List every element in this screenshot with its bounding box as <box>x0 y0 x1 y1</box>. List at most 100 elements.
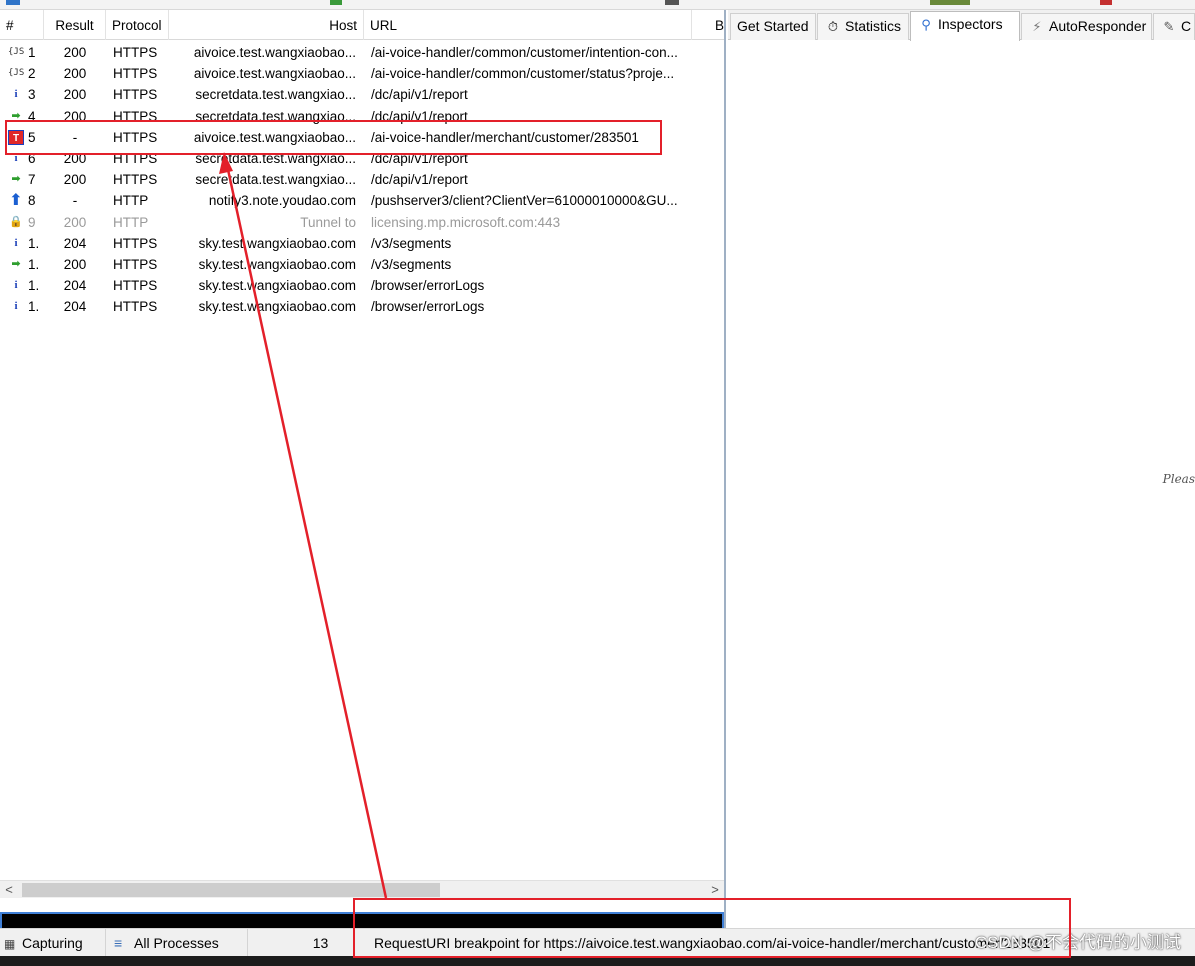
stopwatch-icon: ⏱ <box>827 19 839 34</box>
session-url: /dc/api/v1/report <box>371 150 468 166</box>
inspector-icon: ⚲ <box>921 17 931 32</box>
session-url: /dc/api/v1/report <box>371 87 468 103</box>
response-arrow-icon: ➡ <box>8 108 24 124</box>
session-host: aivoice.test.wangxiaobao... <box>193 129 356 145</box>
column-body[interactable]: B <box>692 10 724 40</box>
session-row[interactable]: i 1. 204 HTTPS sky.test.wangxiaobao.com/brow… <box>0 296 724 317</box>
session-result: - <box>72 193 78 209</box>
session-host: secretdata.test.wangxiao... <box>195 108 356 124</box>
json-icon: {JS} <box>8 47 24 57</box>
tab-label: AutoResponder <box>1049 18 1147 34</box>
session-url: /v3/segments <box>371 235 452 251</box>
column-result[interactable]: Result <box>44 10 106 40</box>
session-host: sky.test.wangxiaobao.com <box>198 299 356 315</box>
session-protocol: HTTPS <box>113 108 158 124</box>
session-row[interactable]: ➡ 4 200 HTTPS secretdata.test.wangxiao... /dc… <box>0 106 724 127</box>
session-protocol: HTTPS <box>113 256 158 272</box>
scroll-left-icon[interactable]: < <box>0 881 18 899</box>
tab-bar: Get Started ⏱ Statistics ⚲ Inspectors ⚡ Aut… <box>728 10 1195 41</box>
response-arrow-icon: ➡ <box>8 172 24 188</box>
session-row[interactable]: i 1. 204 HTTPS sky.test.wangxiaobao.com/v3/s… <box>0 233 724 254</box>
session-row[interactable]: {JS} 1 200 HTTPS aivoice.test.wangxiaobao...… <box>0 42 724 63</box>
process-filter[interactable]: ≡ All Processes <box>106 929 248 957</box>
session-url: /ai-voice-handler/common/customer/intent… <box>371 45 678 60</box>
session-url: /ai-voice-handler/merchant/customer/2835… <box>371 129 639 145</box>
session-count: 13 <box>248 929 354 957</box>
tab-label: Inspectors <box>938 16 1003 32</box>
session-num: 1. <box>28 278 40 294</box>
tab-get-started[interactable]: Get Started <box>730 13 816 40</box>
column-num[interactable]: # <box>0 10 44 40</box>
session-host: sky.test.wangxiaobao.com <box>198 278 356 294</box>
toolbar-icon <box>665 0 679 5</box>
session-num: 6 <box>28 150 36 166</box>
session-row[interactable]: T 5 - HTTPS aivoice.test.wangxiaobao... /ai-v… <box>0 127 724 148</box>
toolbar-icon <box>930 0 970 5</box>
session-num: 1 <box>28 45 36 60</box>
sessions-header: # Result Protocol Host URL B <box>0 10 724 40</box>
json-icon: {JS} <box>8 68 24 79</box>
taskbar-strip <box>0 956 1195 966</box>
session-url: licensing.mp.microsoft.com:443 <box>371 214 561 230</box>
sessions-pane: # Result Protocol Host URL B {JS} 1 200 HTT… <box>0 10 726 936</box>
session-row[interactable]: i 1. 204 HTTPS sky.test.wangxiaobao.com/brow… <box>0 275 724 296</box>
inspector-hint: Pleas <box>1162 472 1195 486</box>
column-url[interactable]: URL <box>364 10 692 40</box>
session-row[interactable]: 🔒 9 200 HTTP Tunnel to licensing.mp.microsoft… <box>0 212 724 233</box>
column-host[interactable]: Host <box>169 10 364 40</box>
tab-statistics[interactable]: ⏱ Statistics <box>817 13 909 40</box>
session-host: secretdata.test.wangxiao... <box>195 172 356 188</box>
session-host: sky.test.wangxiaobao.com <box>198 256 356 272</box>
session-result: 200 <box>63 214 87 230</box>
session-row[interactable]: ⬆ 8 - HTTP notify3.note.youdao.com/pushserve… <box>0 190 724 211</box>
info-icon: i <box>14 151 18 164</box>
filter-icon: ≡ <box>114 935 123 951</box>
session-num: 4 <box>28 108 36 124</box>
info-icon: i <box>14 236 18 249</box>
session-result: 200 <box>63 108 87 124</box>
session-url: /dc/api/v1/report <box>371 108 468 124</box>
watermark: CSDN @不会代码的小测试 <box>974 933 1181 952</box>
session-row[interactable]: {JS} 2 200 HTTPS aivoice.test.wangxiaobao...… <box>0 63 724 84</box>
toolbar-icon <box>1100 0 1112 5</box>
session-num: 8 <box>28 193 36 209</box>
session-row[interactable]: ➡ 1. 200 HTTPS sky.test.wangxiaobao.com/v3/s… <box>0 254 724 275</box>
scrollbar-thumb[interactable] <box>22 883 440 897</box>
session-protocol: HTTPS <box>113 87 158 103</box>
lock-icon: 🔒 <box>9 215 23 228</box>
scroll-right-icon[interactable]: > <box>706 881 724 899</box>
capturing-label: Capturing <box>22 935 83 951</box>
session-protocol: HTTP <box>113 193 149 209</box>
capture-icon: ▦ <box>4 937 16 951</box>
session-result: 200 <box>63 172 87 188</box>
session-num: 9 <box>28 214 36 230</box>
session-num: 1. <box>28 256 40 272</box>
process-filter-label: All Processes <box>134 935 219 951</box>
session-url: /pushserver3/client?ClientVer=6100001000… <box>371 193 678 209</box>
tab-composer[interactable]: ✎ C <box>1153 13 1195 40</box>
capturing-toggle[interactable]: ▦ Capturing <box>0 929 106 957</box>
tab-label: Statistics <box>845 18 902 34</box>
info-icon: i <box>14 88 18 101</box>
session-protocol: HTTPS <box>113 235 158 251</box>
session-url: /ai-voice-handler/common/customer/status… <box>371 66 675 82</box>
session-protocol: HTTPS <box>113 172 158 188</box>
session-url: /browser/errorLogs <box>371 278 485 294</box>
tab-inspectors[interactable]: ⚲ Inspectors <box>910 11 1020 41</box>
info-icon: i <box>14 300 18 313</box>
session-row[interactable]: i 6 200 HTTPS secretdata.test.wangxiao... /dc… <box>0 148 724 169</box>
session-url: /dc/api/v1/report <box>371 172 468 188</box>
session-result: 200 <box>63 256 87 272</box>
session-num: 5 <box>28 129 36 145</box>
column-protocol[interactable]: Protocol <box>106 10 169 40</box>
session-host: aivoice.test.wangxiaobao... <box>193 45 356 60</box>
composer-icon: ✎ <box>1163 19 1175 34</box>
session-url: /v3/segments <box>371 256 452 272</box>
tab-autoresponder[interactable]: ⚡ AutoResponder <box>1021 13 1152 40</box>
session-protocol: HTTPS <box>113 299 158 315</box>
session-row[interactable]: ➡ 7 200 HTTPS secretdata.test.wangxiao... /dc… <box>0 169 724 190</box>
session-row[interactable]: i 3 200 HTTPS secretdata.test.wangxiao... /dc… <box>0 84 724 105</box>
horizontal-scrollbar[interactable]: < > <box>0 880 724 898</box>
session-result: 200 <box>63 150 87 166</box>
tab-label: C <box>1181 18 1192 34</box>
